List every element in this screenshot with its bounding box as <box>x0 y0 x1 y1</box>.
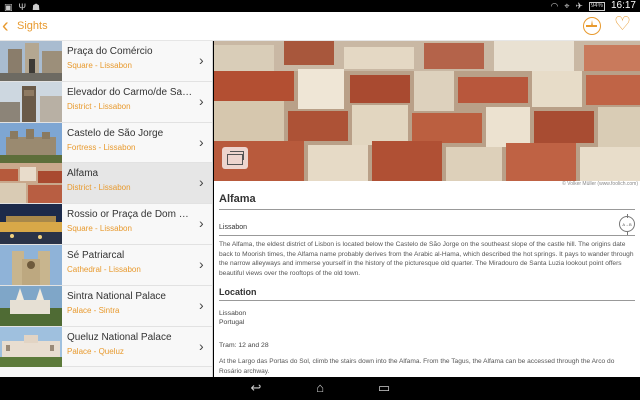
status-bar: ▣ Ψ ☗ ◠ ⌖ ✈ 94% 16:17 <box>0 0 640 12</box>
sight-name: Alfama <box>67 168 99 180</box>
sight-detail[interactable]: © Volker Müller (www.foolich.com) Alfama… <box>214 41 640 377</box>
sights-list[interactable]: Praça do Comércio Square - Lissabon › El… <box>0 41 213 377</box>
list-item[interactable]: Sé Patriarcal Cathedral - Lissabon › <box>0 244 212 286</box>
location-city: Lissabon <box>219 310 247 317</box>
sight-thumbnail <box>0 326 62 367</box>
sight-thumbnail <box>0 244 62 285</box>
divider <box>219 300 635 301</box>
sight-name: Castelo de São Jorge <box>67 127 164 139</box>
chevron-right-icon: › <box>199 296 204 313</box>
list-item[interactable]: Alfama District - Lissabon › <box>0 163 212 205</box>
sight-photo[interactable] <box>214 41 640 181</box>
location-country: Portugal <box>219 319 245 326</box>
back-chevron-icon[interactable]: ‹ <box>2 16 16 36</box>
sight-description: The Alfama, the eldest district of Lisbo… <box>219 241 634 277</box>
recents-icon[interactable]: ▭ <box>376 381 392 395</box>
location-heading: Location <box>219 287 257 297</box>
sight-name: Sintra National Palace <box>67 290 166 302</box>
sight-category: Fortress - Lissabon <box>67 142 136 152</box>
divider <box>219 235 635 236</box>
divider <box>219 209 635 210</box>
sight-name: Sé Patriarcal <box>67 249 125 261</box>
sight-thumbnail <box>0 163 62 204</box>
sight-thumbnail <box>0 204 62 245</box>
chevron-right-icon: › <box>199 52 204 68</box>
sight-category: Palace - Queluz <box>67 346 124 356</box>
tram-info: Tram: 12 and 28 <box>219 342 269 349</box>
system-nav-bar: ↩ ⌂ ▭ <box>0 377 640 400</box>
gallery-icon[interactable] <box>222 147 248 169</box>
sight-thumbnail <box>0 122 62 163</box>
chevron-right-icon: › <box>199 337 204 354</box>
location-icon: ⌖ <box>564 1 570 11</box>
sight-title: Alfama <box>219 193 256 205</box>
chevron-right-icon: › <box>199 92 204 109</box>
app-bar: ‹ Sights ♡ <box>0 12 640 41</box>
list-item[interactable]: Elevador do Carmo/de Santa Justa Distric… <box>0 81 212 123</box>
sight-thumbnail <box>0 285 62 326</box>
photo-credit: © Volker Müller (www.foolich.com) <box>562 181 638 187</box>
sight-name: Praça do Comércio <box>67 46 153 57</box>
home-icon[interactable]: ⌂ <box>312 381 328 395</box>
page-title[interactable]: Sights <box>17 20 48 32</box>
chevron-right-icon: › <box>199 215 204 232</box>
sight-category: Square - Lissabon <box>67 61 132 70</box>
list-item[interactable]: Sintra National Palace Palace - Sintra › <box>0 285 212 327</box>
sight-category: Square - Lissabon <box>67 224 132 234</box>
chevron-right-icon: › <box>199 133 204 150</box>
list-item[interactable]: Queluz National Palace Palace - Queluz › <box>0 326 212 368</box>
compass-icon[interactable] <box>583 17 601 35</box>
sight-name: Rossio or Praça de Dom Pedro IV <box>67 209 195 221</box>
list-item[interactable]: Rossio or Praça de Dom Pedro IV Square -… <box>0 204 212 245</box>
chevron-right-icon: › <box>199 174 204 191</box>
sight-city: Lissabon <box>219 224 248 231</box>
airplane-icon: ✈ <box>575 1 583 11</box>
sight-name: Elevador do Carmo/de Santa Justa <box>67 86 195 98</box>
sight-thumbnail <box>0 81 62 122</box>
chevron-right-icon: › <box>199 255 204 272</box>
directions-text: At the Largo das Portas do Sol, climb th… <box>219 358 615 375</box>
favorite-heart-icon[interactable]: ♡ <box>614 15 631 35</box>
wifi-icon: ◠ <box>550 1 559 11</box>
sight-name: Queluz National Palace <box>67 331 172 343</box>
sight-category: Cathedral - Lissabon <box>67 264 141 274</box>
clock: 16:17 <box>610 0 636 11</box>
list-item[interactable]: Castelo de São Jorge Fortress - Lissabon… <box>0 122 212 164</box>
sight-thumbnail <box>0 41 62 81</box>
sight-category: District - Lissabon <box>67 183 131 193</box>
list-item[interactable]: Praça do Comércio Square - Lissabon › <box>0 41 212 82</box>
battery-indicator: 94% <box>588 1 605 11</box>
sight-category: Palace - Sintra <box>67 305 120 315</box>
sight-category: District - Lissabon <box>67 101 131 111</box>
back-icon[interactable]: ↩ <box>248 381 264 395</box>
distance-icon[interactable]: A→B <box>619 214 635 236</box>
